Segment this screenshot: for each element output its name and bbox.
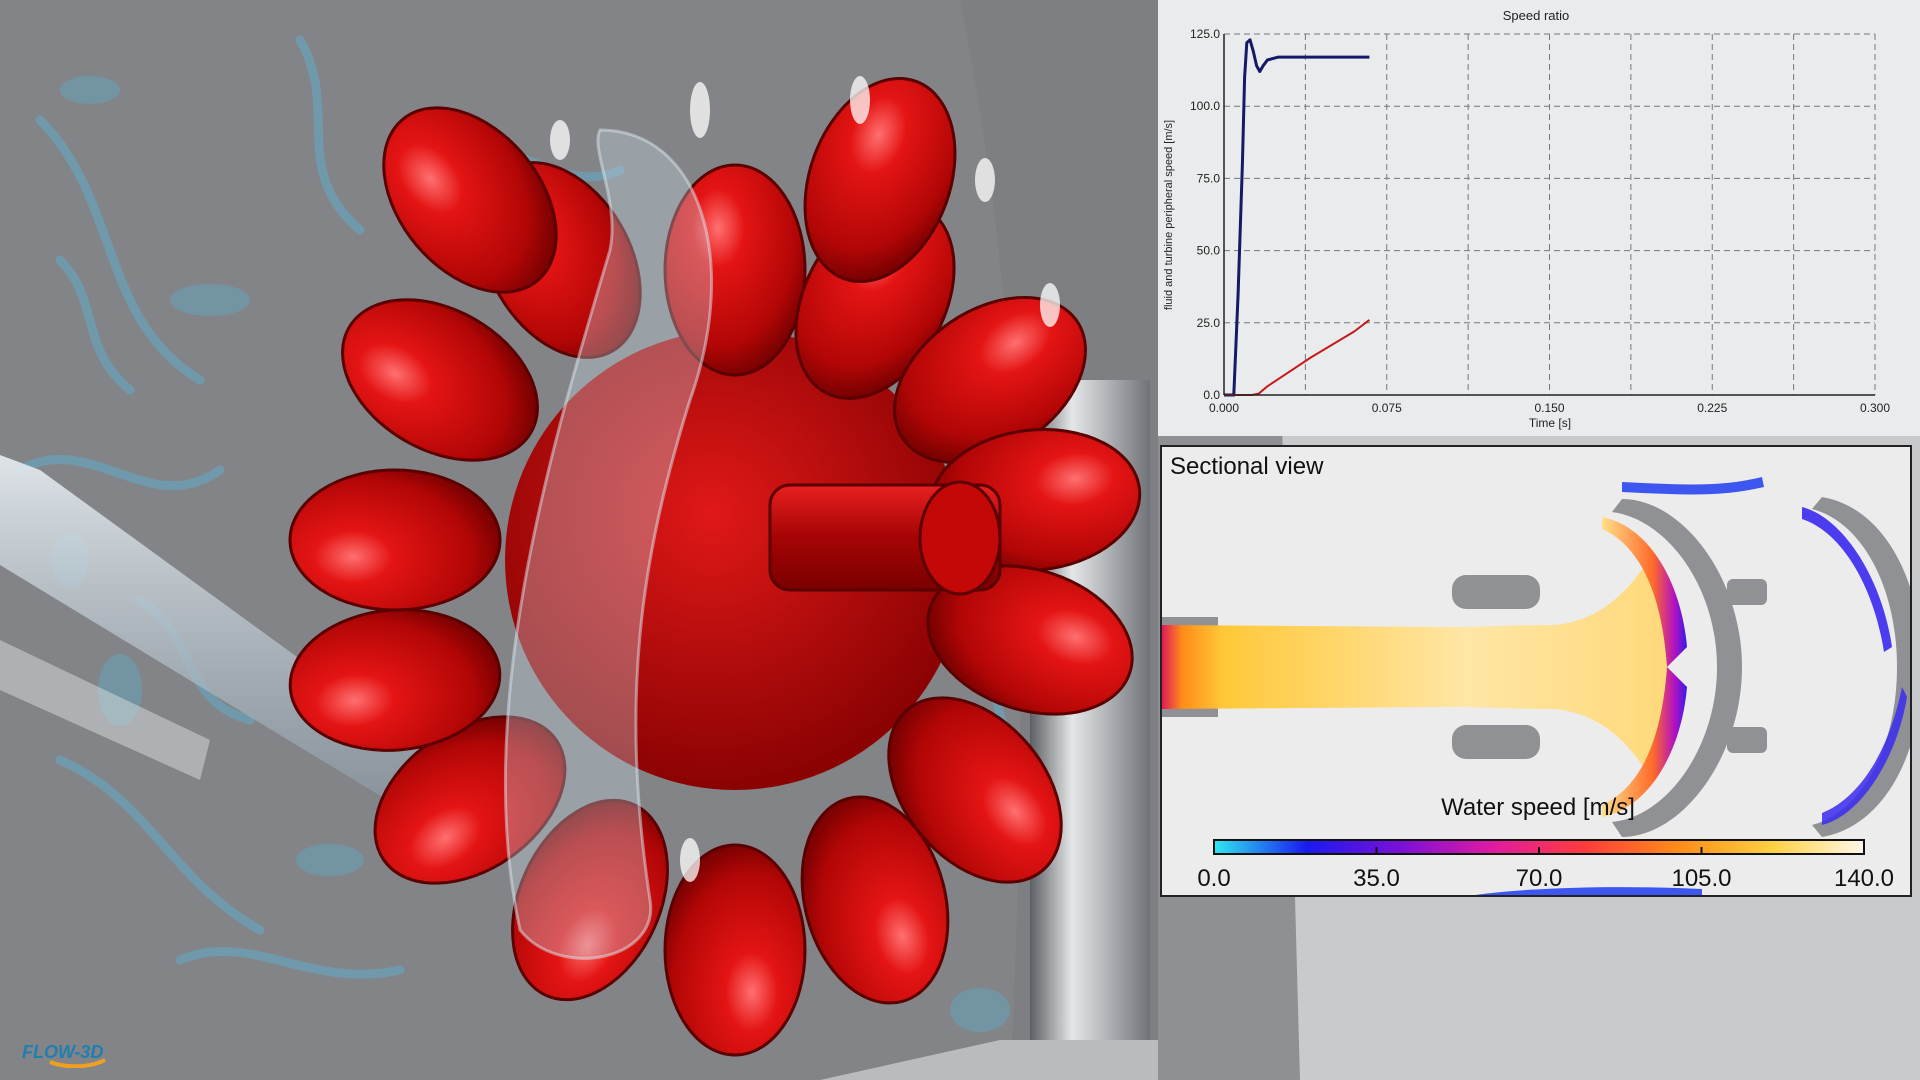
sectional-view-title: Sectional view	[1170, 453, 1324, 480]
x-axis-label: Time [s]	[1529, 416, 1571, 430]
y-tick-label: 50.0	[1197, 244, 1221, 258]
colorbar-tick-label: 70.0	[1515, 865, 1563, 892]
y-axis-label: fluid and turbine peripheral speed [m/s]	[1163, 120, 1175, 310]
colorbar-tick-label: 105.0	[1671, 865, 1732, 892]
y-tick-label: 75.0	[1197, 171, 1221, 185]
sectional-view-panel: Sectional view Water speed [m/s] 0.0 35.0…	[1160, 445, 1912, 897]
speed-ratio-chart: Speed ratio Time [s] fluid and turbine p…	[1158, 0, 1920, 436]
svg-text:FLOW-3D: FLOW-3D	[22, 1042, 103, 1062]
x-tick-label: 0.150	[1534, 401, 1564, 415]
x-tick-label: 0.225	[1697, 401, 1727, 415]
x-tick-label: 0.000	[1209, 401, 1239, 415]
y-tick-label: 100.0	[1190, 99, 1220, 113]
colorbar-tick-label: 35.0	[1353, 865, 1400, 892]
y-tick-label: 125.0	[1190, 27, 1220, 41]
sectional-view-plot	[1162, 477, 1910, 895]
x-tick-label: 0.300	[1860, 401, 1890, 415]
y-tick-label: 0.0	[1203, 388, 1220, 402]
colorbar-tick-label: 140.0	[1833, 865, 1895, 892]
chart-title: Speed ratio	[1503, 8, 1570, 23]
y-tick-label: 25.0	[1197, 316, 1221, 330]
flow3d-logo: FLOW-3D	[22, 1042, 106, 1068]
colorbar-tick-label: 0.0	[1197, 865, 1231, 892]
colorbar-label: Water speed [m/s]	[1441, 794, 1635, 821]
x-tick-label: 0.075	[1372, 401, 1402, 415]
